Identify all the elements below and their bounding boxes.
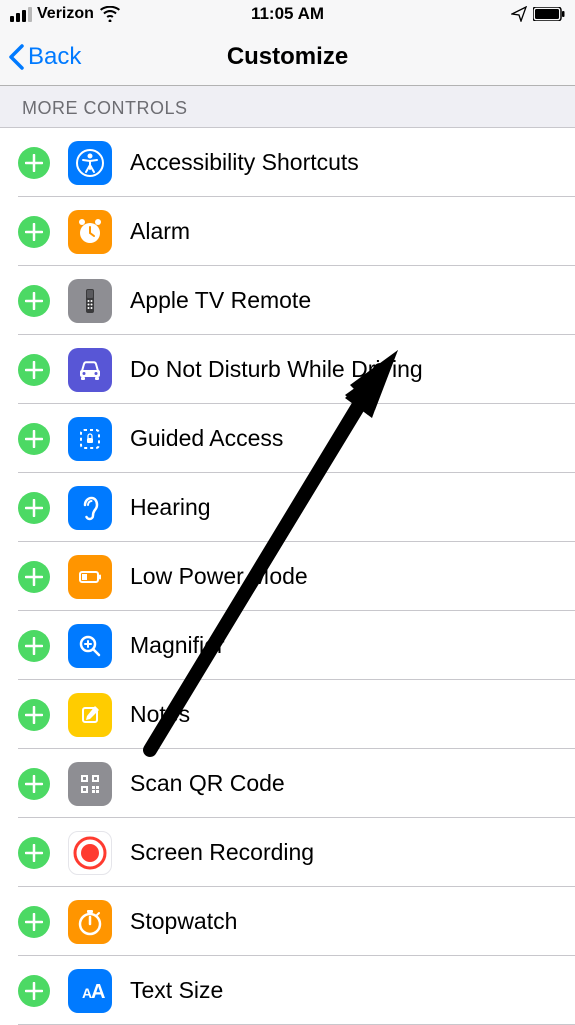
item-label: Hearing <box>130 494 211 521</box>
item-label: Text Size <box>130 977 223 1004</box>
back-button[interactable]: Back <box>8 43 81 71</box>
svg-text:A: A <box>91 981 105 1003</box>
alarm-icon <box>68 210 112 254</box>
plus-icon <box>25 430 43 448</box>
item-label: Notes <box>130 701 190 728</box>
add-button[interactable] <box>18 147 50 179</box>
plus-icon <box>25 706 43 724</box>
item-label: Low Power Mode <box>130 563 308 590</box>
wifi-icon <box>99 6 121 22</box>
add-button[interactable] <box>18 768 50 800</box>
item-label: Scan QR Code <box>130 770 285 797</box>
plus-icon <box>25 982 43 1000</box>
add-button[interactable] <box>18 699 50 731</box>
list-item-alarm[interactable]: Alarm <box>0 197 575 266</box>
back-label: Back <box>28 43 81 71</box>
add-button[interactable] <box>18 492 50 524</box>
plus-icon <box>25 844 43 862</box>
battery-icon <box>533 7 565 21</box>
plus-icon <box>25 154 43 172</box>
status-right <box>511 6 565 22</box>
plus-icon <box>25 913 43 931</box>
add-button[interactable] <box>18 354 50 386</box>
list-item-dnd-driving[interactable]: Do Not Disturb While Driving <box>0 335 575 404</box>
item-label: Stopwatch <box>130 908 237 935</box>
location-icon <box>511 6 527 22</box>
list-item-hearing[interactable]: Hearing <box>0 473 575 542</box>
list-item-qr[interactable]: Scan QR Code <box>0 749 575 818</box>
qr-code-icon <box>68 762 112 806</box>
text-size-icon: AA <box>68 969 112 1013</box>
add-button[interactable] <box>18 630 50 662</box>
list-item-magnifier[interactable]: Magnifier <box>0 611 575 680</box>
magnifier-icon <box>68 624 112 668</box>
plus-icon <box>25 775 43 793</box>
page-title: Customize <box>227 43 348 71</box>
item-label: Accessibility Shortcuts <box>130 149 359 176</box>
status-left: Verizon <box>10 5 121 23</box>
list-item-low-power[interactable]: Low Power Mode <box>0 542 575 611</box>
item-label: Screen Recording <box>130 839 314 866</box>
chevron-left-icon <box>8 44 24 70</box>
add-button[interactable] <box>18 975 50 1007</box>
add-button[interactable] <box>18 423 50 455</box>
ear-icon <box>68 486 112 530</box>
battery-low-icon <box>68 555 112 599</box>
carrier-label: Verizon <box>37 5 94 23</box>
plus-icon <box>25 292 43 310</box>
list-item-guided-access[interactable]: Guided Access <box>0 404 575 473</box>
list-item-accessibility[interactable]: Accessibility Shortcuts <box>0 128 575 197</box>
plus-icon <box>25 637 43 655</box>
add-button[interactable] <box>18 285 50 317</box>
plus-icon <box>25 361 43 379</box>
item-label: Do Not Disturb While Driving <box>130 356 423 383</box>
add-button[interactable] <box>18 837 50 869</box>
section-header: MORE CONTROLS <box>0 86 575 128</box>
signal-bars-icon <box>10 7 32 22</box>
add-button[interactable] <box>18 906 50 938</box>
guided-access-icon <box>68 417 112 461</box>
item-label: Alarm <box>130 218 190 245</box>
list-item-text-size[interactable]: AA Text Size <box>0 956 575 1025</box>
plus-icon <box>25 223 43 241</box>
item-label: Magnifier <box>130 632 225 659</box>
add-button[interactable] <box>18 216 50 248</box>
screen-recording-icon <box>68 831 112 875</box>
add-button[interactable] <box>18 561 50 593</box>
item-label: Guided Access <box>130 425 283 452</box>
status-bar: Verizon 11:05 AM <box>0 0 575 28</box>
list-item-appletv[interactable]: Apple TV Remote <box>0 266 575 335</box>
item-label: Apple TV Remote <box>130 287 311 314</box>
list-item-notes[interactable]: Notes <box>0 680 575 749</box>
controls-list: Accessibility Shortcuts Alarm Apple TV R… <box>0 128 575 1025</box>
car-icon <box>68 348 112 392</box>
stopwatch-icon <box>68 900 112 944</box>
navigation-bar: Back Customize <box>0 28 575 86</box>
list-item-screen-recording[interactable]: Screen Recording <box>0 818 575 887</box>
plus-icon <box>25 499 43 517</box>
plus-icon <box>25 568 43 586</box>
list-item-stopwatch[interactable]: Stopwatch <box>0 887 575 956</box>
notes-icon <box>68 693 112 737</box>
status-time: 11:05 AM <box>251 4 324 24</box>
appletv-remote-icon <box>68 279 112 323</box>
accessibility-icon <box>68 141 112 185</box>
